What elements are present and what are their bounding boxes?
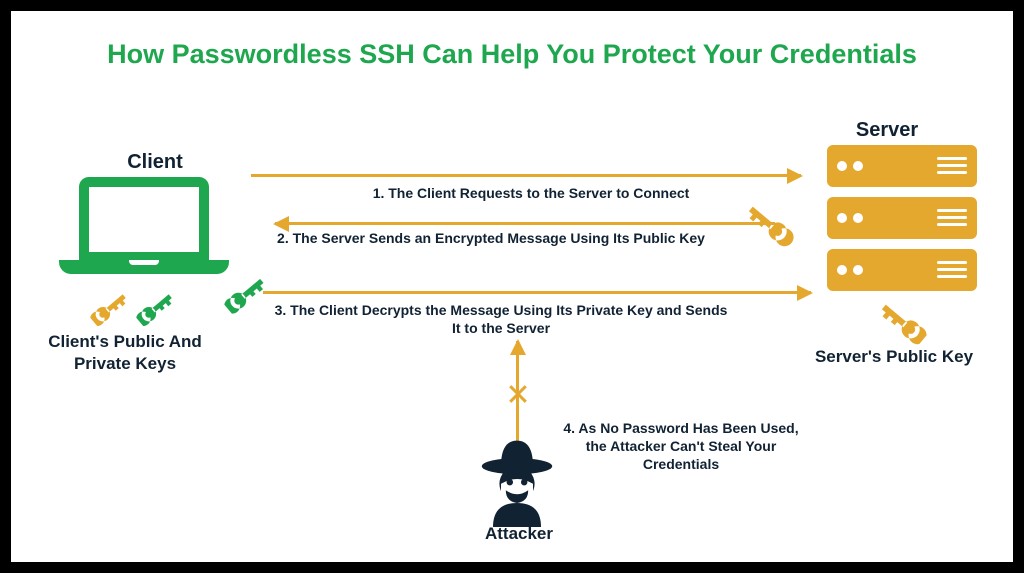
client-private-key-icon	[135, 297, 175, 321]
server-unit-icon	[827, 249, 977, 291]
arrow-step-2	[275, 222, 775, 225]
diagram-title: How Passwordless SSH Can Help You Protec…	[11, 39, 1013, 70]
step-2-text: 2. The Server Sends an Encrypted Message…	[271, 229, 711, 247]
arrow-step-1	[251, 174, 801, 177]
step-3-text: 3. The Client Decrypts the Message Using…	[271, 301, 731, 337]
client-key-on-arrow-icon	[223, 283, 267, 307]
attacker-label: Attacker	[459, 524, 579, 544]
client-label: Client	[95, 151, 215, 174]
laptop-icon	[59, 177, 229, 274]
diagram-frame: How Passwordless SSH Can Help You Protec…	[8, 8, 1016, 565]
server-public-key-icon	[877, 311, 929, 335]
server-key-label: Server's Public Key	[809, 346, 979, 368]
step-1-text: 1. The Client Requests to the Server to …	[311, 185, 751, 201]
server-label: Server	[817, 119, 957, 142]
arrow-step-3	[263, 291, 811, 294]
blocked-x-icon	[507, 383, 529, 405]
server-key-on-arrow-icon	[741, 213, 799, 237]
client-public-key-icon	[89, 297, 129, 321]
attacker-icon	[477, 439, 557, 527]
client-keys-label: Client's Public And Private Keys	[35, 331, 215, 375]
server-unit-icon	[827, 145, 977, 187]
step-4-text: 4. As No Password Has Been Used, the Att…	[561, 419, 801, 474]
server-unit-icon	[827, 197, 977, 239]
server-stack-icon	[827, 145, 977, 301]
